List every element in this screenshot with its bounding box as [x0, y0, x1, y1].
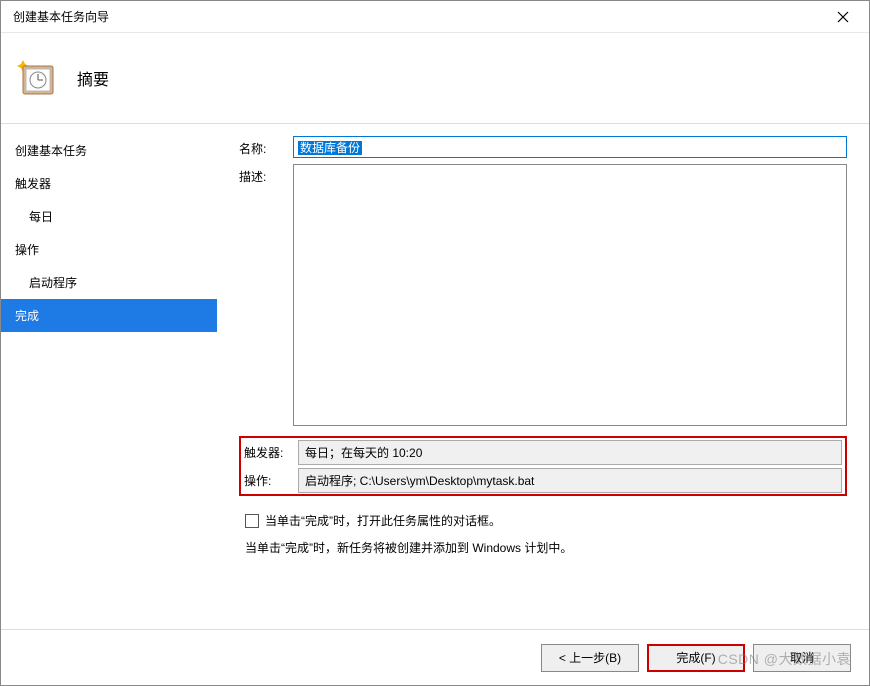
name-row: 名称: 数据库备份	[239, 136, 847, 158]
content-area: 创建基本任务 触发器 每日 操作 启动程序 完成 名称: 数据库备份 描述: 触…	[1, 123, 869, 629]
main-panel: 名称: 数据库备份 描述: 触发器: 每日；在每天的 10:20 操作: 启动程…	[217, 124, 869, 629]
sidebar-item-action[interactable]: 操作	[1, 233, 217, 266]
finish-button[interactable]: 完成(F)	[647, 644, 745, 672]
close-button[interactable]	[827, 3, 859, 31]
open-properties-checkbox[interactable]	[245, 514, 259, 528]
page-title: 摘要	[77, 66, 109, 90]
wizard-hint: 当单击“完成”时，新任务将被创建并添加到 Windows 计划中。	[245, 539, 847, 556]
wizard-header: 摘要	[1, 33, 869, 123]
wizard-sidebar: 创建基本任务 触发器 每日 操作 启动程序 完成	[1, 124, 217, 629]
desc-row: 描述:	[239, 164, 847, 426]
wizard-footer: < 上一步(B) 完成(F) 取消 CSDN @大数据小袁	[1, 629, 869, 685]
desc-label: 描述:	[239, 164, 293, 185]
action-row: 操作: 启动程序; C:\Users\ym\Desktop\mytask.bat	[244, 468, 842, 493]
window-title: 创建基本任务向导	[13, 8, 109, 25]
trigger-row: 触发器: 每日；在每天的 10:20	[244, 440, 842, 465]
open-properties-row: 当单击“完成”时，打开此任务属性的对话框。	[245, 512, 847, 529]
close-icon	[837, 11, 849, 23]
sidebar-item-create-task[interactable]: 创建基本任务	[1, 134, 217, 167]
sidebar-item-start-program[interactable]: 启动程序	[1, 266, 217, 299]
action-value: 启动程序; C:\Users\ym\Desktop\mytask.bat	[298, 468, 842, 493]
back-button[interactable]: < 上一步(B)	[541, 644, 639, 672]
name-label: 名称:	[239, 136, 293, 157]
sidebar-item-trigger[interactable]: 触发器	[1, 167, 217, 200]
desc-input[interactable]	[293, 164, 847, 426]
name-value-selected: 数据库备份	[298, 141, 362, 155]
open-properties-label: 当单击“完成”时，打开此任务属性的对话框。	[265, 512, 501, 529]
sidebar-item-daily[interactable]: 每日	[1, 200, 217, 233]
wizard-window: 创建基本任务向导 摘要 创建基本任务 触发器 每日 操作	[0, 0, 870, 686]
trigger-label: 触发器:	[244, 444, 298, 461]
sidebar-item-finish[interactable]: 完成	[1, 299, 217, 332]
cancel-button[interactable]: 取消	[753, 644, 851, 672]
name-input[interactable]: 数据库备份	[293, 136, 847, 158]
titlebar: 创建基本任务向导	[1, 1, 869, 33]
action-label: 操作:	[244, 472, 298, 489]
trigger-value: 每日；在每天的 10:20	[298, 440, 842, 465]
wizard-icon	[17, 58, 57, 98]
review-block: 触发器: 每日；在每天的 10:20 操作: 启动程序; C:\Users\ym…	[239, 436, 847, 496]
